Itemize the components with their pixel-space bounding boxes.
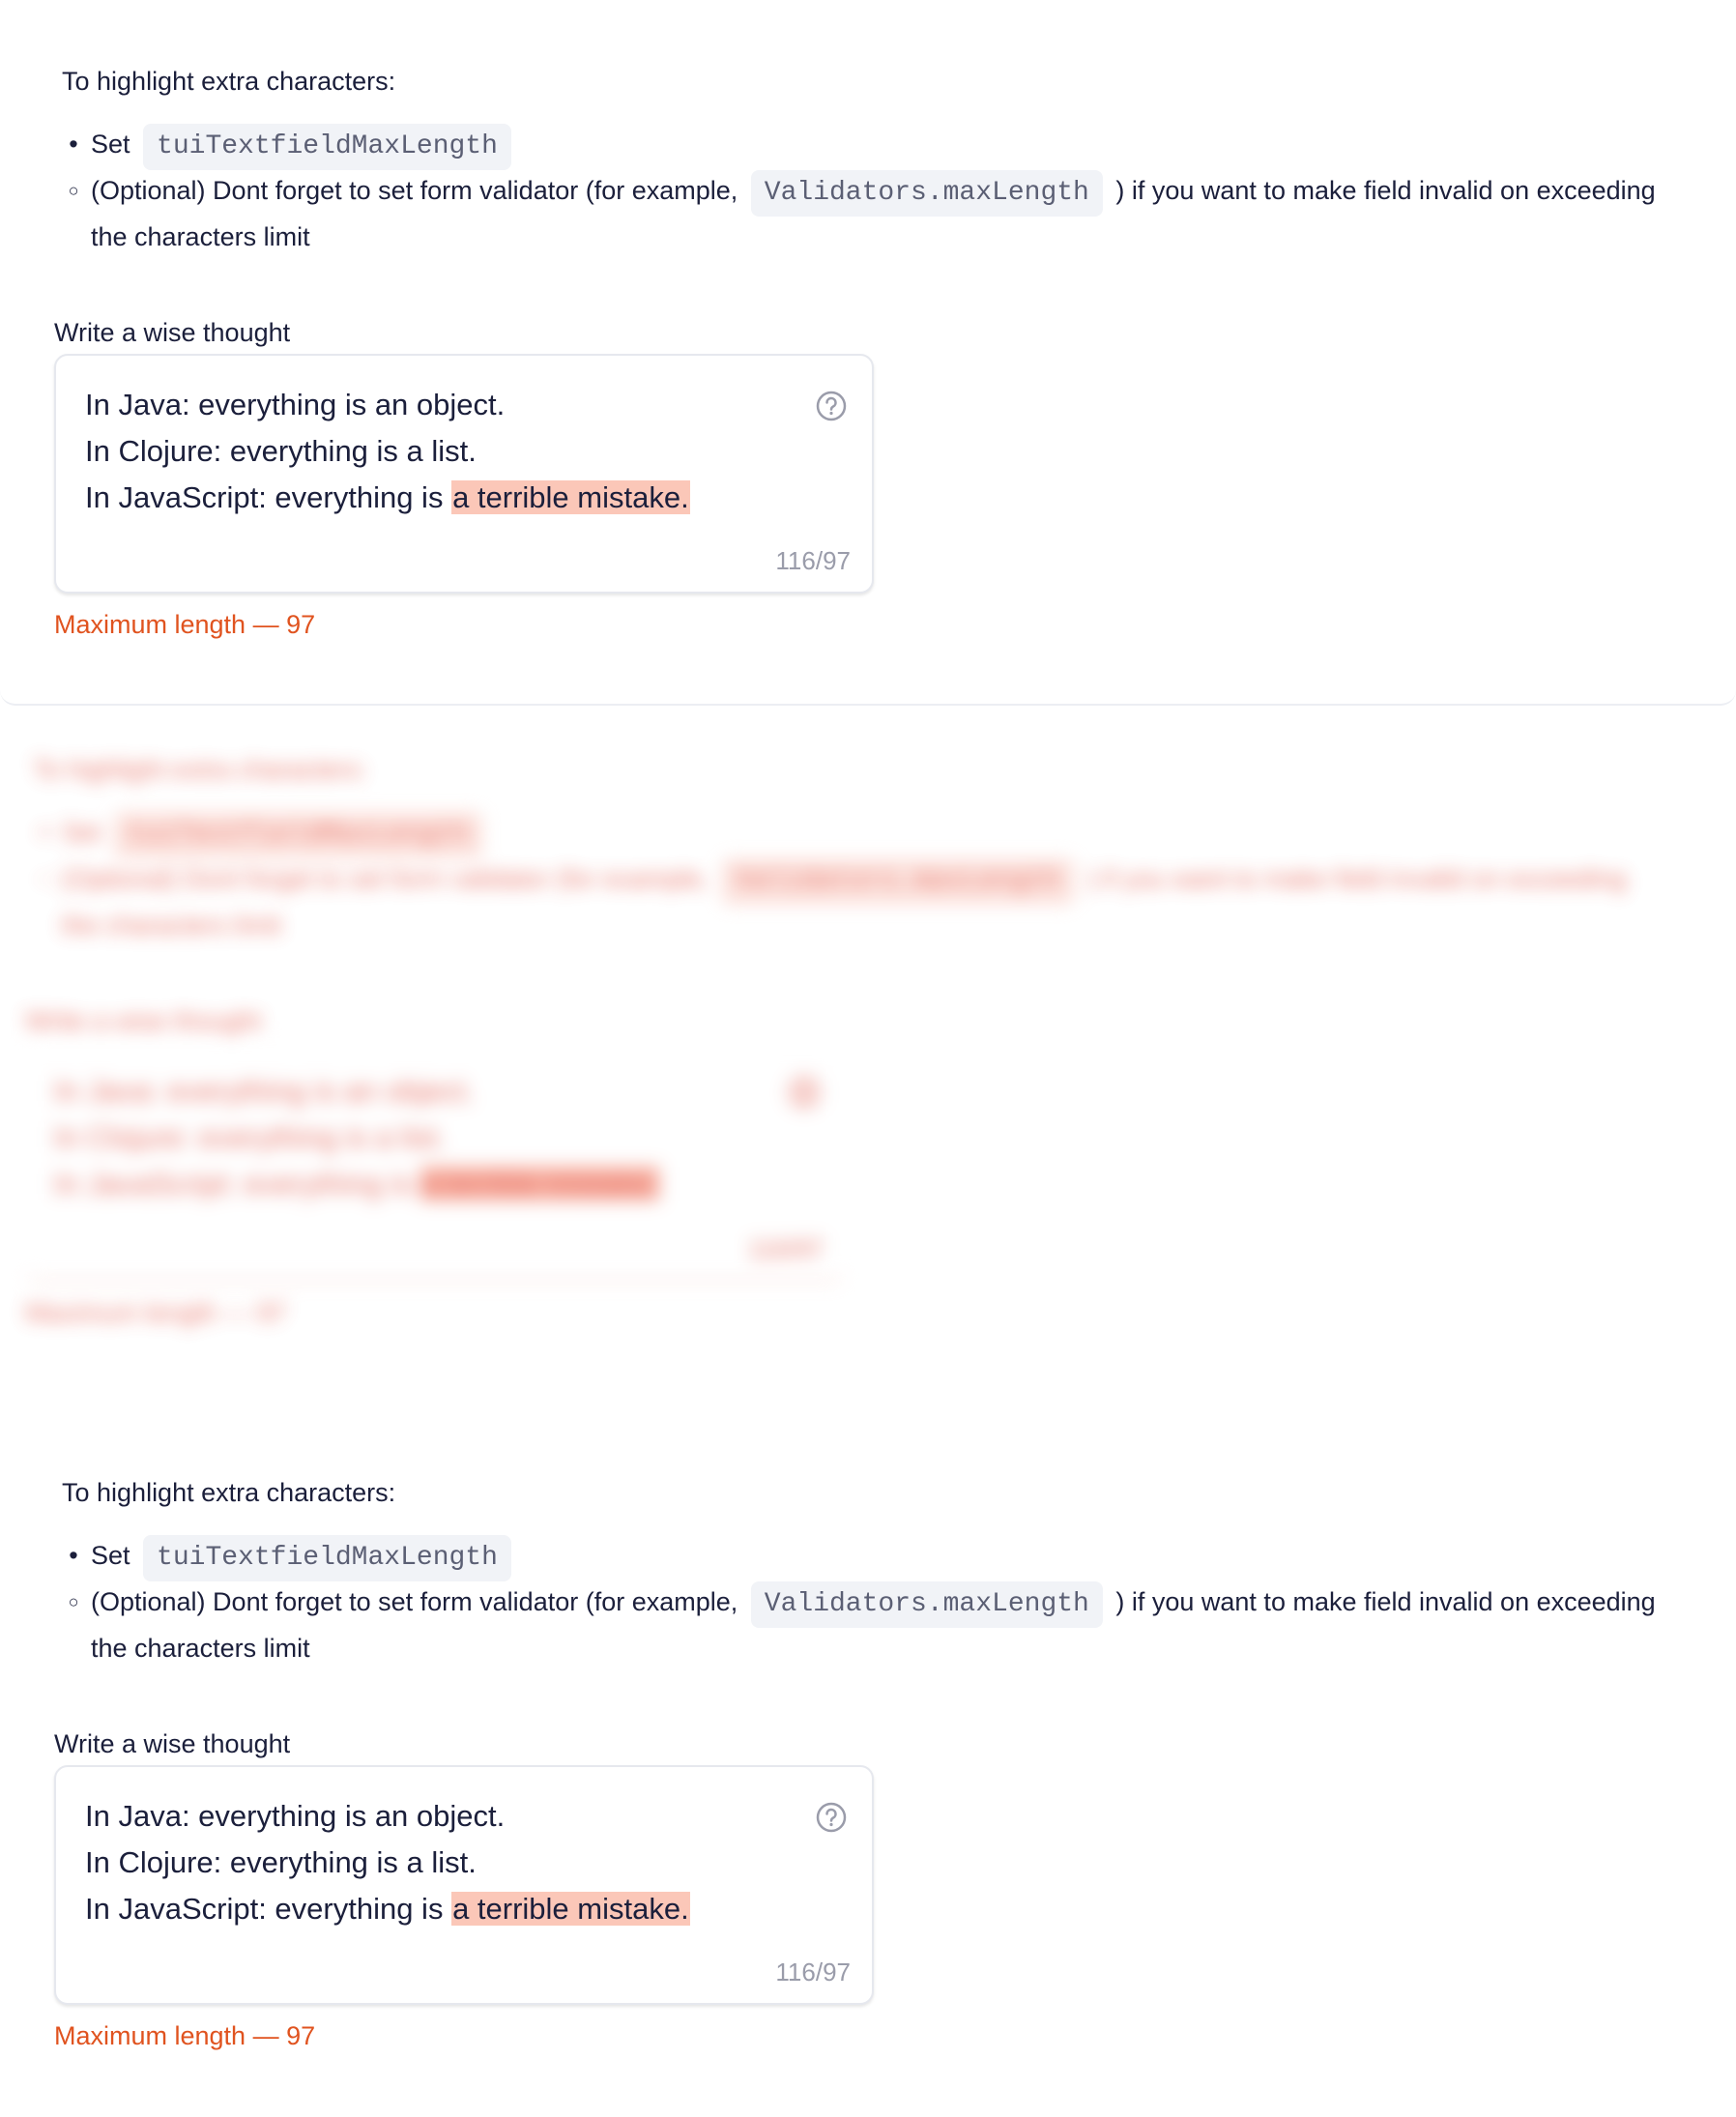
textarea-content: In Java: everything is an object. In Clo… [54, 1068, 659, 1207]
list-item: • Set tuiTextfieldMaxLength [33, 812, 1657, 858]
demo-block-ghost: To highlight extra characters: • Set tui… [0, 706, 1707, 1394]
intro-text: To highlight extra characters: [62, 67, 396, 96]
text-line: In JavaScript: everything is a terrible … [85, 1886, 690, 1932]
demo-panel-bottom: To highlight extra characters: • Set tui… [0, 1411, 1736, 2117]
demo-panel-top: To highlight extra characters: • Set tui… [0, 0, 1736, 706]
error-message: Maximum length — 97 [54, 610, 316, 639]
step-text: (Optional) Dont forget to set form valid… [91, 176, 738, 205]
field-label: Write a wise thought [54, 1729, 291, 1758]
circle-bullet-icon: ○ [68, 181, 79, 200]
text-line: In Clojure: everything is a list. [85, 434, 477, 468]
steps-list: • Set tuiTextfieldMaxLength ○ (Optional)… [62, 124, 1686, 258]
text-line: In Java: everything is an object. [54, 1074, 475, 1108]
demo-block: To highlight extra characters: • Set tui… [0, 0, 1736, 706]
step-text: (Optional) Dont forget to set form valid… [91, 1587, 738, 1616]
list-item: ○ (Optional) Dont forget to set form val… [33, 858, 1657, 946]
extra-characters-highlight: a terrible mistake. [420, 1167, 659, 1201]
text-line: In Java: everything is an object. [85, 1799, 506, 1833]
demo-panel-ghost: To highlight extra characters: • Set tui… [0, 706, 1736, 1411]
step-text: Set [62, 818, 101, 847]
wise-thought-textarea: In Java: everything is an object. In Clo… [25, 1042, 845, 1282]
error-message: Maximum length — 97 [25, 1298, 287, 1327]
text-normal: In JavaScript: everything is [85, 1892, 452, 1926]
list-item: • Set tuiTextfieldMaxLength [62, 1535, 1686, 1581]
list-item: ○ (Optional) Dont forget to set form val… [62, 1581, 1686, 1669]
field-label: Write a wise thought [25, 1006, 262, 1035]
bullet-icon: • [40, 818, 49, 847]
help-icon[interactable] [816, 391, 847, 421]
code-snippet: Validators.maxLength [750, 1581, 1103, 1628]
code-snippet: tuiTextfieldMaxLength [143, 124, 511, 170]
character-counter: 116/97 [775, 1958, 851, 1986]
text-line: In Clojure: everything is a list. [54, 1120, 446, 1154]
textarea-content[interactable]: In Java: everything is an object. In Clo… [85, 382, 690, 521]
code-snippet: Validators.maxLength [721, 858, 1074, 905]
textarea-content[interactable]: In Java: everything is an object. In Clo… [85, 1793, 690, 1932]
help-icon [789, 1077, 820, 1108]
bullet-icon: • [69, 130, 78, 159]
text-line: In JavaScript: everything is a terrible … [85, 475, 690, 521]
text-normal: In JavaScript: everything is [54, 1167, 421, 1201]
character-counter: 116/97 [748, 1234, 824, 1263]
text-line: In JavaScript: everything is a terrible … [54, 1161, 659, 1207]
circle-bullet-icon: ○ [68, 1592, 79, 1611]
step-text: Set [91, 130, 130, 159]
list-item: ○ (Optional) Dont forget to set form val… [62, 170, 1686, 258]
wise-thought-textarea[interactable]: In Java: everything is an object. In Clo… [54, 1765, 874, 2005]
text-normal: In JavaScript: everything is [85, 480, 452, 514]
code-snippet: tuiTextfieldMaxLength [143, 1535, 511, 1581]
circle-bullet-icon: ○ [39, 869, 50, 888]
extra-characters-highlight: a terrible mistake. [451, 1892, 690, 1926]
text-line: In Java: everything is an object. [85, 388, 506, 421]
code-snippet: tuiTextfieldMaxLength [114, 812, 482, 858]
step-text: (Optional) Dont forget to set form valid… [62, 864, 709, 893]
extra-characters-highlight: a terrible mistake. [451, 480, 690, 514]
help-icon[interactable] [816, 1802, 847, 1833]
list-item: • Set tuiTextfieldMaxLength [62, 124, 1686, 170]
steps-list: • Set tuiTextfieldMaxLength ○ (Optional)… [33, 812, 1657, 946]
field-label: Write a wise thought [54, 318, 291, 347]
intro-text: To highlight extra characters: [62, 1478, 396, 1507]
steps-list: • Set tuiTextfieldMaxLength ○ (Optional)… [62, 1535, 1686, 1669]
error-message: Maximum length — 97 [54, 2021, 316, 2050]
bullet-icon: • [69, 1541, 78, 1570]
intro-text: To highlight extra characters: [33, 755, 367, 784]
demo-block: To highlight extra characters: • Set tui… [0, 1411, 1736, 2117]
step-text: Set [91, 1541, 130, 1570]
text-line: In Clojure: everything is a list. [85, 1845, 477, 1879]
character-counter: 116/97 [775, 546, 851, 575]
code-snippet: Validators.maxLength [750, 170, 1103, 217]
wise-thought-textarea[interactable]: In Java: everything is an object. In Clo… [54, 354, 874, 594]
